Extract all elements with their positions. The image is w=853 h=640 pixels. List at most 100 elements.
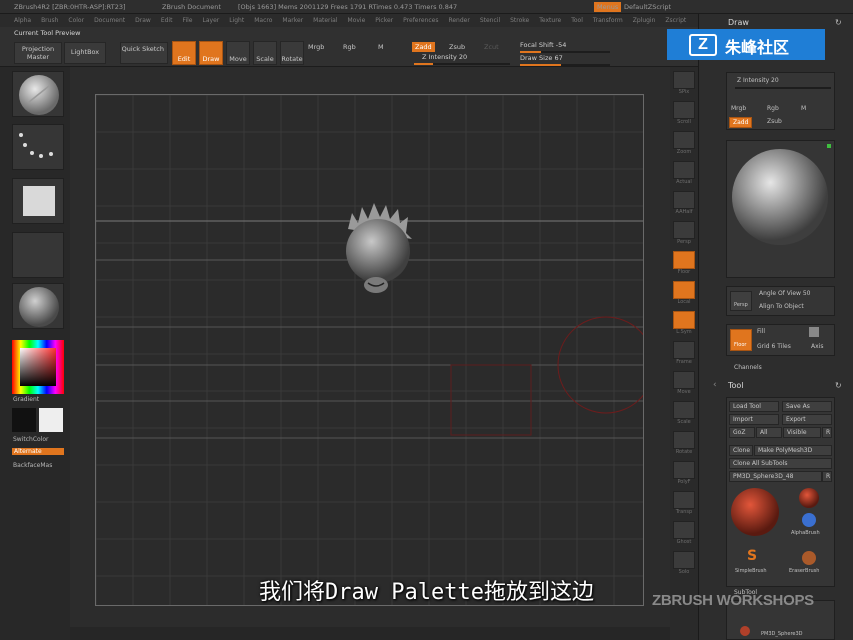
export-button[interactable]: Export xyxy=(782,414,832,425)
small-sphere-thumbnail[interactable] xyxy=(787,486,831,510)
draw-button[interactable]: Draw xyxy=(199,41,223,65)
fill-label[interactable]: Fill xyxy=(757,328,765,335)
move-button[interactable]: Move xyxy=(226,41,250,65)
edit-button[interactable]: Edit xyxy=(172,41,196,65)
tool-refresh-icon[interactable]: ↻ xyxy=(835,381,842,390)
eraser-brush-icon[interactable] xyxy=(789,550,829,566)
collapse-chevron-icon[interactable]: ‹ xyxy=(713,380,717,390)
menu-preferences[interactable]: Preferences xyxy=(403,17,438,24)
clone-button[interactable]: Clone xyxy=(729,445,753,456)
document-canvas[interactable] xyxy=(95,94,644,606)
shelf-scale-button[interactable] xyxy=(673,401,695,419)
clone-all-subtools-button[interactable]: Clone All SubTools xyxy=(729,458,832,469)
shelf-aahalf-button[interactable] xyxy=(673,191,695,209)
tray-rgb[interactable]: Rgb xyxy=(767,105,779,112)
visible-button[interactable]: Visible xyxy=(783,427,821,438)
persp-button[interactable]: Persp xyxy=(730,291,752,311)
import-button[interactable]: Import xyxy=(729,414,779,425)
menu-movie[interactable]: Movie xyxy=(348,17,366,24)
menu-stencil[interactable]: Stencil xyxy=(480,17,500,24)
floor-button[interactable]: Floor xyxy=(730,329,752,351)
tray-zadd[interactable]: Zadd xyxy=(729,117,753,128)
scale-button[interactable]: Scale xyxy=(253,41,277,65)
menu-picker[interactable]: Picker xyxy=(375,17,393,24)
shelf-solo-button[interactable] xyxy=(673,551,695,569)
menu-file[interactable]: File xyxy=(182,17,192,24)
shelf-transp-button[interactable] xyxy=(673,491,695,509)
zadd-button[interactable]: Zadd xyxy=(412,42,435,52)
gradient-label[interactable]: Gradient xyxy=(13,396,39,403)
pm-sphere-thumbnail[interactable] xyxy=(729,486,781,544)
shelf-spix-button[interactable] xyxy=(673,71,695,89)
menu-document[interactable]: Document xyxy=(94,17,125,24)
preview-sphere-icon[interactable] xyxy=(727,141,834,277)
texture-thumbnail[interactable] xyxy=(12,232,64,278)
menu-render[interactable]: Render xyxy=(448,17,469,24)
menu-stroke[interactable]: Stroke xyxy=(510,17,529,24)
menu-marker[interactable]: Marker xyxy=(282,17,303,24)
menu-layer[interactable]: Layer xyxy=(203,17,220,24)
menus-button[interactable]: Menus xyxy=(594,2,622,12)
alpha-thumbnail[interactable] xyxy=(12,178,64,224)
rgb-button[interactable]: Rgb xyxy=(343,43,356,51)
quick-sketch-button[interactable]: Quick Sketch xyxy=(120,42,168,64)
projection-master-button[interactable]: Projection Master xyxy=(14,42,62,64)
color-picker[interactable] xyxy=(12,340,64,394)
alternate-button[interactable]: Alternate xyxy=(12,448,64,455)
goz-button[interactable]: GoZ xyxy=(729,427,755,438)
shelf-move-button[interactable] xyxy=(673,371,695,389)
subtool-name[interactable]: PM3D_Sphere3D xyxy=(761,631,803,637)
backface-mask-button[interactable]: BackfaceMas xyxy=(13,462,52,469)
shelf-rotate-button[interactable] xyxy=(673,431,695,449)
secondary-color-swatch[interactable] xyxy=(39,408,63,432)
all-button[interactable]: All xyxy=(756,427,782,438)
tray-mrgb[interactable]: Mrgb xyxy=(731,105,746,112)
material-thumbnail[interactable] xyxy=(12,283,64,329)
lightbox-button[interactable]: LightBox xyxy=(64,42,106,64)
tray-z-intensity[interactable]: Z Intensity 20 xyxy=(737,77,779,84)
main-color-swatch[interactable] xyxy=(12,408,36,432)
menu-macro[interactable]: Macro xyxy=(254,17,272,24)
shelf-local-button[interactable] xyxy=(673,281,695,299)
menu-draw[interactable]: Draw xyxy=(135,17,151,24)
tray-m[interactable]: M xyxy=(801,105,806,112)
menu-brush[interactable]: Brush xyxy=(41,17,58,24)
save-as-button[interactable]: Save As xyxy=(782,401,832,412)
z-intensity-slider[interactable]: Z Intensity 20 xyxy=(414,53,510,65)
shelf-scroll-button[interactable] xyxy=(673,101,695,119)
shelf-ghost-button[interactable] xyxy=(673,521,695,539)
align-to-object[interactable]: Align To Object xyxy=(759,303,804,310)
fill-color-swatch[interactable] xyxy=(809,327,819,337)
script-name[interactable]: DefaultZScript xyxy=(624,3,671,11)
focal-shift-slider[interactable]: Focal Shift -54 xyxy=(520,41,610,53)
r-button[interactable]: R xyxy=(822,427,832,438)
pm-sphere-slider[interactable]: PM3D_Sphere3D_48 xyxy=(729,471,822,482)
menu-light[interactable]: Light xyxy=(229,17,244,24)
rotate-button[interactable]: Rotate xyxy=(280,41,304,65)
shelf-frame-button[interactable] xyxy=(673,341,695,359)
make-polymesh-button[interactable]: Make PolyMesh3D xyxy=(754,445,832,456)
alpha-brush-icon[interactable] xyxy=(787,511,831,531)
mrgb-button[interactable]: Mrgb xyxy=(308,43,324,51)
zcut-button[interactable]: Zcut xyxy=(484,43,499,51)
shelf-polyf-button[interactable] xyxy=(673,461,695,479)
menu-zscript[interactable]: Zscript xyxy=(665,17,686,24)
draw-size-slider[interactable]: Draw Size 67 xyxy=(520,54,610,66)
axis-label[interactable]: Axis xyxy=(811,343,823,350)
menu-material[interactable]: Material xyxy=(313,17,337,24)
stroke-thumbnail[interactable] xyxy=(12,124,64,170)
load-tool-button[interactable]: Load Tool xyxy=(729,401,779,412)
menu-edit[interactable]: Edit xyxy=(161,17,173,24)
shelf-persp-button[interactable] xyxy=(673,221,695,239)
switch-color-button[interactable]: SwitchColor xyxy=(13,436,49,443)
brush-thumbnail[interactable] xyxy=(12,71,64,117)
simple-brush-icon[interactable]: S xyxy=(747,548,757,564)
tray-zsub[interactable]: Zsub xyxy=(767,118,782,125)
angle-of-view[interactable]: Angle Of View 50 xyxy=(759,290,811,297)
refresh-icon[interactable]: ↻ xyxy=(835,18,842,27)
menu-zplugin[interactable]: Zplugin xyxy=(633,17,656,24)
menu-tool[interactable]: Tool xyxy=(571,17,583,24)
shelf-zoom-button[interactable] xyxy=(673,131,695,149)
channels-header[interactable]: Channels xyxy=(734,364,762,371)
shelf-lsym-button[interactable] xyxy=(673,311,695,329)
